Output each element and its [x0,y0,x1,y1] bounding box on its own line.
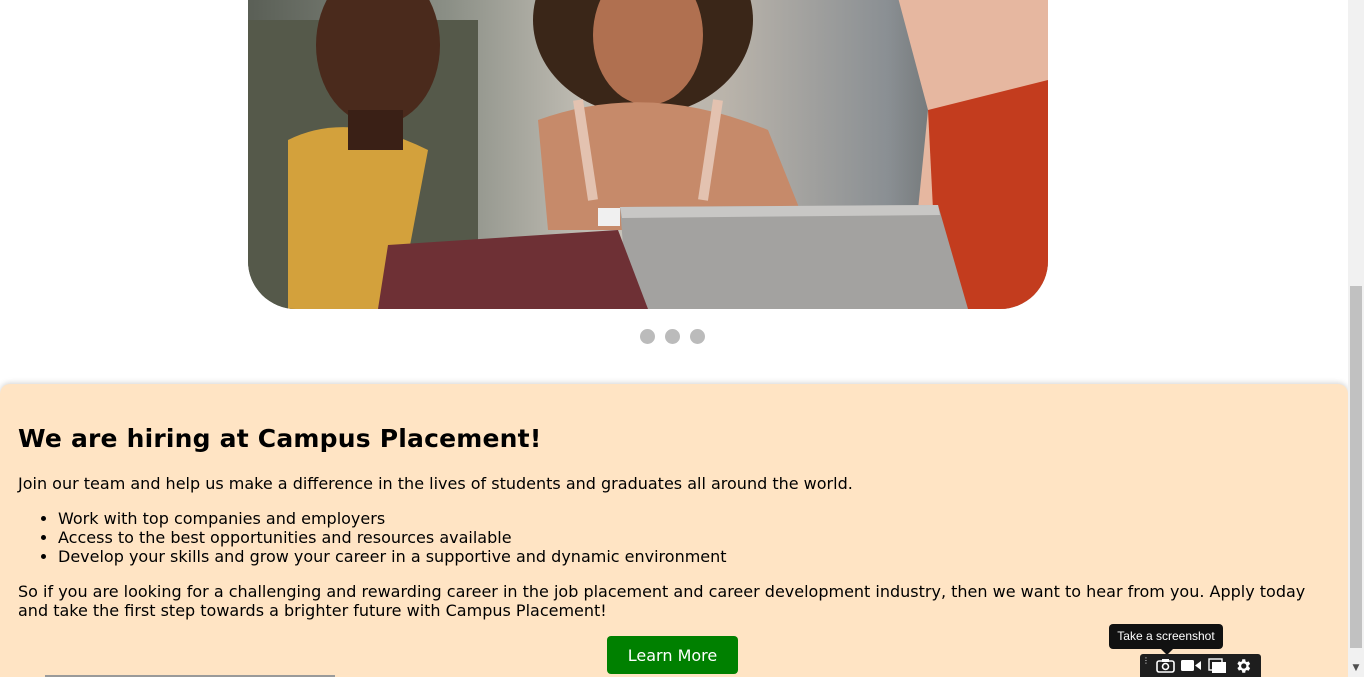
list-item: Develop your skills and grow your career… [58,547,727,566]
students-photo [248,0,1048,309]
carousel-dot-2[interactable] [665,329,680,344]
hiring-intro: Join our team and help us make a differe… [18,474,853,493]
gear-icon[interactable] [1230,654,1256,677]
benefits-list: Work with top companies and employers Ac… [18,509,727,566]
drag-handle-icon[interactable]: ⋮ [1140,654,1152,677]
video-icon[interactable] [1178,654,1204,677]
capture-toolbar: ⋮ [1140,654,1261,677]
learn-more-button[interactable]: Learn More [607,636,738,674]
carousel-slide-image [248,0,1048,309]
window-icon[interactable] [1204,654,1230,677]
scroll-down-arrow-icon[interactable]: ▼ [1348,661,1364,675]
carousel-dot-1[interactable] [640,329,655,344]
page: We are hiring at Campus Placement! Join … [0,0,1348,677]
list-item: Work with top companies and employers [58,509,727,528]
hiring-heading: We are hiring at Campus Placement! [18,424,542,453]
hiring-closing: So if you are looking for a challenging … [18,582,1306,620]
carousel-dot-3[interactable] [690,329,705,344]
list-item: Access to the best opportunities and res… [58,528,727,547]
scrollbar-thumb[interactable] [1350,286,1362,648]
camera-icon[interactable] [1152,654,1178,677]
screenshot-tooltip: Take a screenshot [1109,624,1223,655]
carousel-indicators [640,329,705,344]
page-scrollbar[interactable]: ▼ [1348,0,1364,677]
